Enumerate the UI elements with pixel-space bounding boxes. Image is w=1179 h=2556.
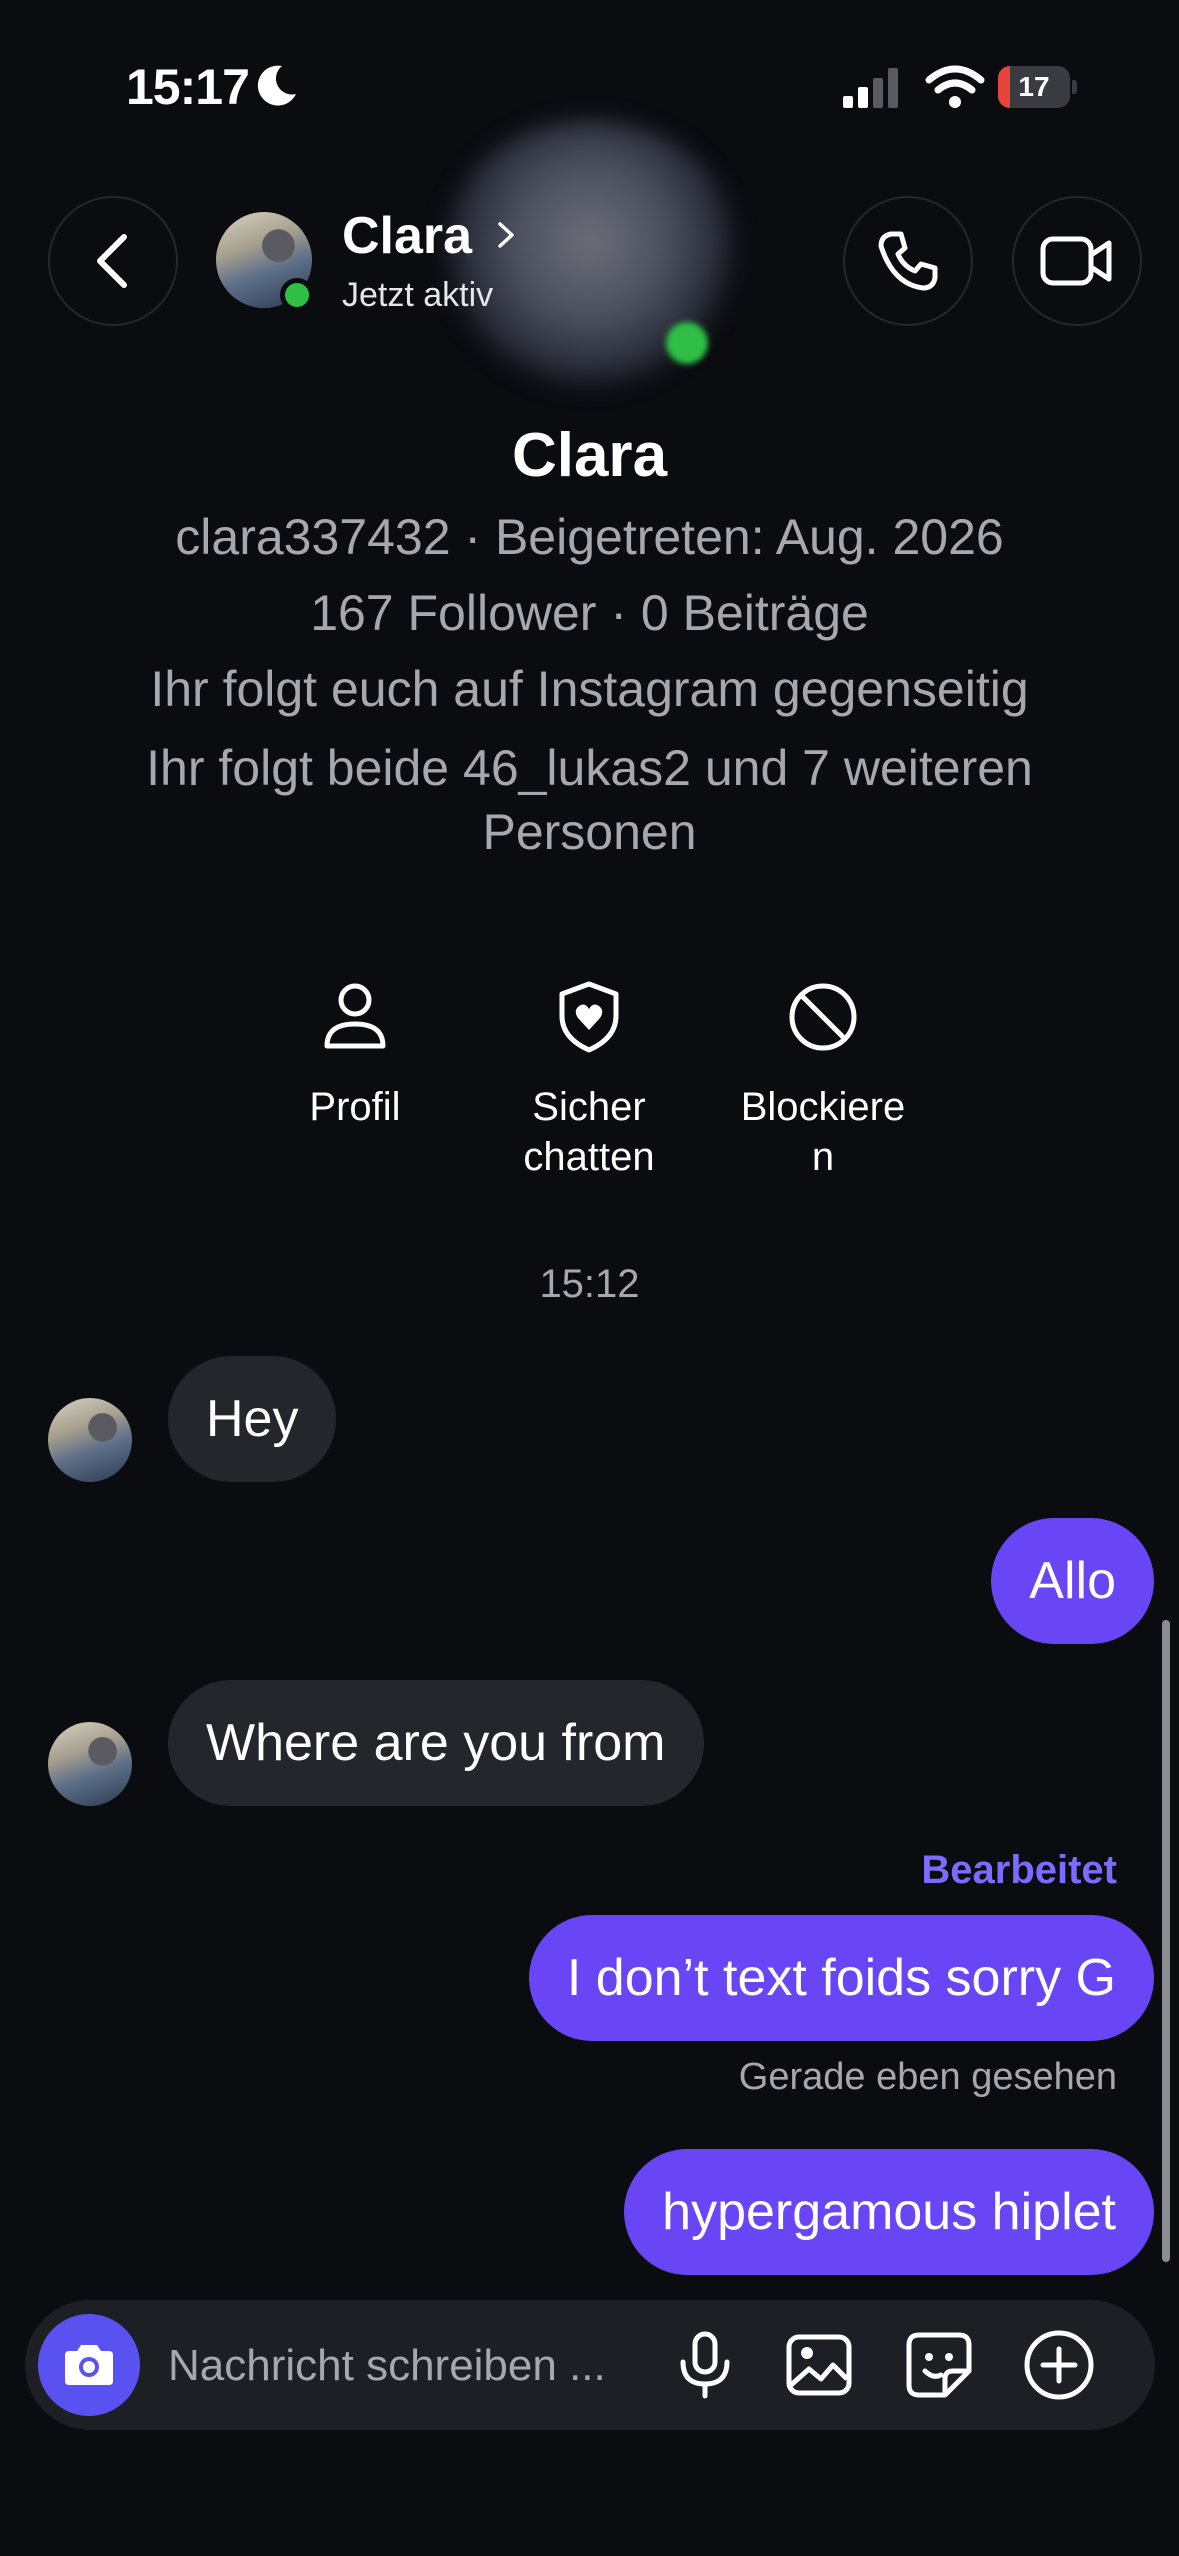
add-button[interactable]	[1018, 2324, 1100, 2406]
image-icon	[786, 2334, 852, 2396]
profile-action-label: Profil	[309, 1085, 401, 1129]
moon-icon	[257, 65, 296, 106]
outgoing-message[interactable]: hypergamous hiplet	[624, 2149, 1154, 2275]
contact-status: Jetzt aktiv	[342, 276, 494, 314]
shield-heart-icon	[559, 981, 619, 1053]
camera-button[interactable]	[38, 2314, 140, 2416]
video-call-button[interactable]	[1012, 196, 1142, 326]
block-action-label: Blockiere n	[740, 1085, 906, 1179]
call-button[interactable]	[843, 196, 973, 326]
chat-timestamp: 15:12	[539, 1262, 640, 1306]
signal-icon	[843, 68, 898, 108]
sticker-icon	[906, 2332, 972, 2398]
phone-icon	[878, 231, 938, 291]
profile-username-joined: clara337432 · Beigetreten: Aug. 2026	[175, 509, 1004, 565]
online-indicator	[666, 322, 708, 364]
safe-chat-action-button[interactable]: Sicher chatten	[489, 980, 689, 1182]
sender-avatar[interactable]	[48, 1722, 132, 1806]
profile-stats: 167 Follower · 0 Beiträge	[310, 585, 869, 641]
back-button[interactable]	[48, 196, 178, 326]
incoming-message[interactable]: Where are you from	[168, 1680, 704, 1806]
profile-name: Clara	[511, 421, 668, 490]
profile-mutual-friends: Ihr folgt beide 46_lukas2 und 7 weiteren…	[146, 740, 1033, 860]
scrollbar[interactable]	[1162, 1620, 1170, 2262]
status-time: 15:17	[126, 59, 250, 115]
edited-label: Bearbeitet	[921, 1848, 1117, 1892]
wifi-icon	[925, 65, 985, 108]
profile-action-button[interactable]: Profil	[255, 980, 455, 1132]
gallery-button[interactable]	[778, 2324, 860, 2406]
block-icon	[789, 983, 857, 1051]
outgoing-message[interactable]: I don’t text foids sorry G	[528, 1915, 1154, 2041]
plus-circle-icon	[1024, 2330, 1094, 2400]
sticker-button[interactable]	[898, 2324, 980, 2406]
profile-mutual-follow: Ihr folgt euch auf Instagram gegenseitig	[150, 661, 1029, 717]
safe-chat-action-label: Sicher chatten	[523, 1085, 655, 1179]
message-input[interactable]	[168, 2334, 648, 2398]
contact-name[interactable]: Clara	[342, 206, 472, 266]
incoming-message[interactable]: Hey	[168, 1356, 337, 1482]
outgoing-message[interactable]: Allo	[991, 1518, 1154, 1644]
block-action-button[interactable]: Blockiere n	[723, 980, 923, 1182]
person-icon	[324, 983, 386, 1049]
microphone-icon	[680, 2331, 730, 2399]
seen-receipt: Gerade eben gesehen	[738, 2056, 1117, 2098]
chevron-left-icon	[97, 234, 127, 288]
chevron-right-icon[interactable]	[494, 220, 518, 250]
sender-avatar[interactable]	[48, 1398, 132, 1482]
online-dot	[280, 278, 314, 312]
battery-indicator: 17	[998, 66, 1078, 108]
camera-icon	[65, 2345, 113, 2385]
video-camera-icon	[1040, 236, 1112, 286]
microphone-button[interactable]	[664, 2324, 746, 2406]
battery-percent: 17	[1018, 71, 1050, 102]
